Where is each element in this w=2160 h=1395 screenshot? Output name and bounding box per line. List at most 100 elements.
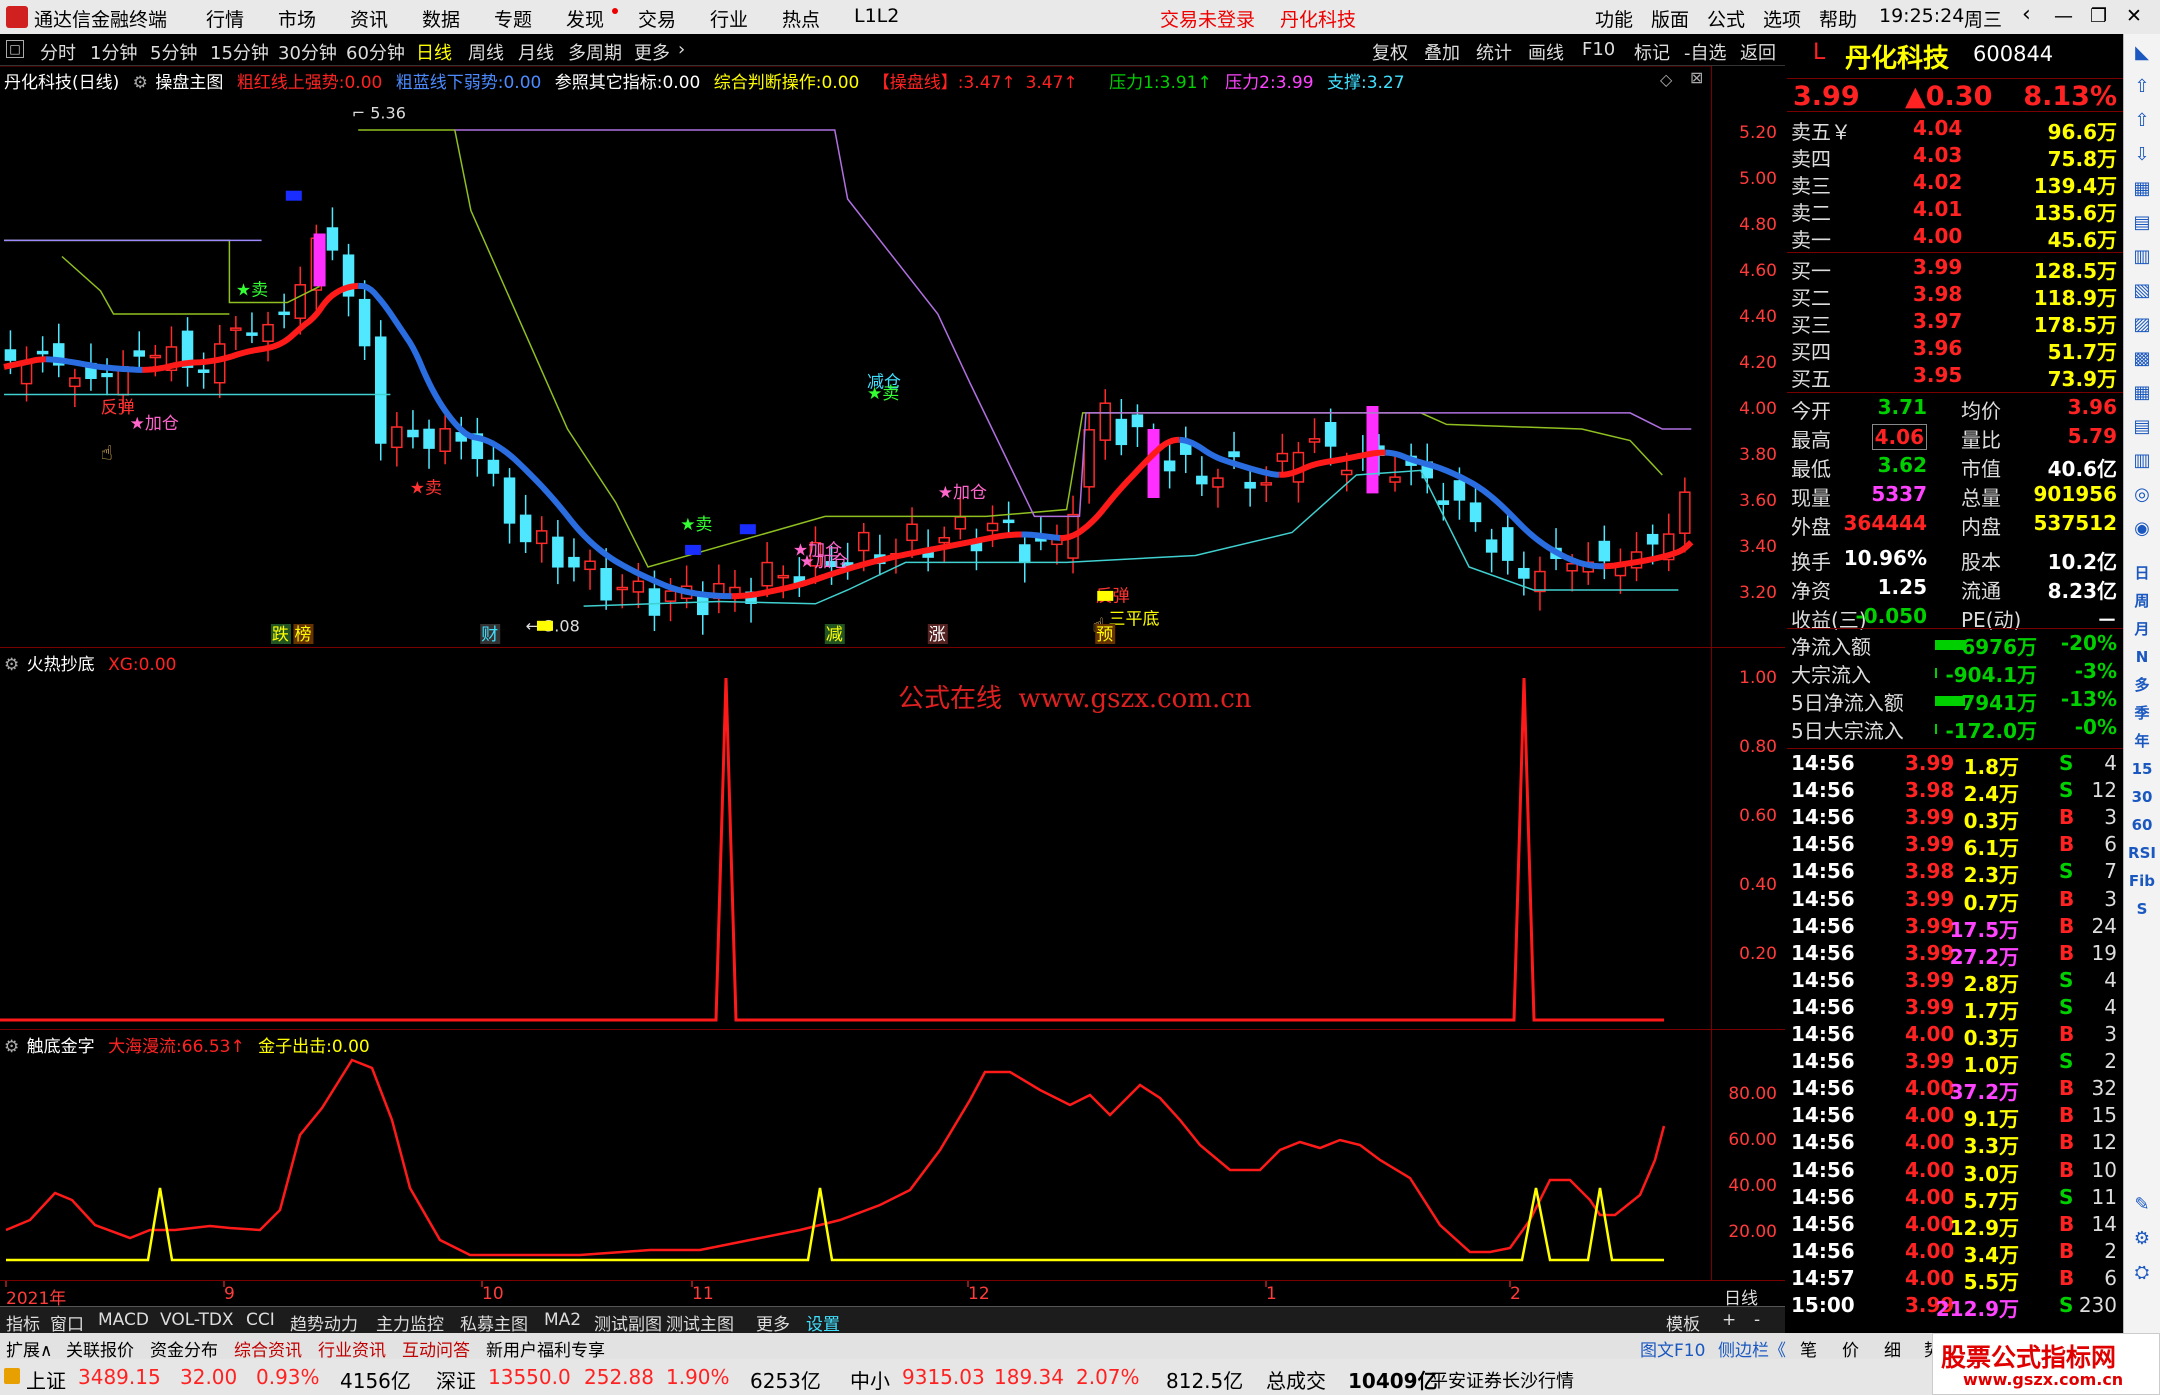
bottom-tab[interactable]: 资金分布 <box>150 1336 218 1361</box>
indicator-tab[interactable]: 测试主图 <box>666 1310 734 1335</box>
sidebar-period-2[interactable]: 月 <box>2126 616 2158 642</box>
indicator-tab[interactable]: CCI <box>246 1310 275 1330</box>
sh-label[interactable]: 上证 <box>26 1365 66 1394</box>
sidebar-period-9[interactable]: 60 <box>2126 812 2158 838</box>
sidebar-period-0[interactable]: 日 <box>2126 560 2158 586</box>
indicator-tab[interactable]: 测试副图 <box>594 1310 662 1335</box>
menu-hangqing[interactable]: 行情 <box>206 5 244 32</box>
tool-fanhui[interactable]: 返回 <box>1740 39 1776 65</box>
period-1min[interactable]: 1分钟 <box>90 39 137 65</box>
period-more[interactable]: 更多 <box>634 39 670 65</box>
menu-shichang[interactable]: 市场 <box>278 5 316 32</box>
chart-icon[interactable]: ▥ <box>2129 244 2155 270</box>
period-multi[interactable]: 多周期 <box>568 39 622 65</box>
grid-icon[interactable]: ▥ <box>2129 448 2155 474</box>
menu-redian[interactable]: 热点 <box>782 5 820 32</box>
tool-biaoji[interactable]: 标记 <box>1634 39 1670 65</box>
sidebar-period-6[interactable]: 年 <box>2126 728 2158 754</box>
up-arrow-icon[interactable]: ⇧ <box>2129 108 2155 134</box>
sidebar-period-5[interactable]: 季 <box>2126 700 2158 726</box>
period-daily[interactable]: 日线 <box>416 39 452 65</box>
indicator-tab[interactable]: 主力监控 <box>376 1310 444 1335</box>
bottom-right-tab[interactable]: 价 <box>1842 1336 1859 1361</box>
tool-tongji[interactable]: 统计 <box>1476 39 1512 65</box>
menu-gongshi[interactable]: 公式 <box>1707 5 1745 32</box>
period-30min[interactable]: 30分钟 <box>278 39 337 65</box>
sidebar-period-12[interactable]: S <box>2126 896 2158 922</box>
list-icon[interactable]: ▨ <box>2129 312 2155 338</box>
indicator-tab[interactable]: 窗口 <box>50 1310 84 1335</box>
indicator-tab[interactable]: VOL-TDX <box>160 1310 234 1330</box>
order-book-row[interactable]: 卖五￥ 4.04 96.6万 <box>1787 116 2123 144</box>
sidebar-period-4[interactable]: 多 <box>2126 672 2158 698</box>
tool-zixuan[interactable]: -自选 <box>1684 39 1727 65</box>
huore-chart[interactable] <box>0 648 1711 1030</box>
order-book-row[interactable]: 买二 3.98 118.9万 <box>1787 282 2123 310</box>
login-status[interactable]: 交易未登录 <box>1160 5 1255 32</box>
bottom-right-tab[interactable]: 笔 <box>1800 1336 1817 1361</box>
sidebar-period-10[interactable]: RSI <box>2126 840 2158 866</box>
bottom-tab[interactable]: 互动问答 <box>402 1336 470 1361</box>
pen-icon[interactable]: ✎ <box>2129 1194 2155 1220</box>
indicator-tab[interactable]: + <box>1722 1310 1736 1330</box>
menu-zixun[interactable]: 资讯 <box>350 5 388 32</box>
indicator-tab[interactable]: 设置 <box>806 1310 840 1335</box>
indicator-tab[interactable]: MACD <box>98 1310 149 1330</box>
menu-gongneng[interactable]: 功能 <box>1595 5 1633 32</box>
sidebar-period-8[interactable]: 30 <box>2126 784 2158 810</box>
sidebar-period-1[interactable]: 周 <box>2126 588 2158 614</box>
circle-icon[interactable]: ◎ <box>2129 482 2155 508</box>
order-book-row[interactable]: 卖一 4.00 45.6万 <box>1787 224 2123 252</box>
chart-icon[interactable]: ▦ <box>2129 176 2155 202</box>
restore-icon[interactable]: ❐ <box>2090 5 2107 27</box>
close-icon[interactable]: ✕ <box>2126 5 2142 27</box>
menu-zhuanti[interactable]: 专题 <box>494 5 532 32</box>
candlestick-chart[interactable]: ★卖★加仓反弹★卖★卖★加仓★加仓减仓★卖★加仓反弹三平底⌐ 5.36← 3.0… <box>0 66 1711 648</box>
sidebar-period-11[interactable]: Fib <box>2126 868 2158 894</box>
menu-hangye[interactable]: 行业 <box>710 5 748 32</box>
tool-diejia[interactable]: 叠加 <box>1424 39 1460 65</box>
indicator-tab[interactable]: - <box>1754 1310 1760 1330</box>
menu-faxian[interactable]: 发现 <box>566 5 604 32</box>
gear-icon[interactable]: ⛭ <box>2129 1262 2155 1288</box>
bottom-right-tab[interactable]: 细 <box>1884 1336 1901 1361</box>
order-book-row[interactable]: 买四 3.96 51.7万 <box>1787 336 2123 364</box>
candlestick-icon[interactable]: ▧ <box>2129 278 2155 304</box>
tool-fuquan[interactable]: 复权 <box>1372 39 1408 65</box>
tool-f10[interactable]: F10 <box>1582 39 1615 60</box>
order-book-row[interactable]: 买一 3.99 128.5万 <box>1787 255 2123 283</box>
bottom-tab[interactable]: 新用户福利专享 <box>486 1336 605 1361</box>
indicator-tab[interactable]: 私募主图 <box>460 1310 528 1335</box>
menu-xuanxiang[interactable]: 选项 <box>1763 5 1801 32</box>
tool-huaxian[interactable]: 画线 <box>1528 39 1564 65</box>
indicator-pane-chudi[interactable]: ⚙ 触底金字 大海漫流:66.53↑ 金子出击:0.00 80.00 60.00… <box>0 1030 1785 1280</box>
sidebar-period-3[interactable]: N <box>2126 644 2158 670</box>
menu-l1l2[interactable]: L1L2 <box>854 5 899 27</box>
period-fenshi[interactable]: 分时 <box>40 39 76 65</box>
bottom-tab[interactable]: 关联报价 <box>66 1336 134 1361</box>
sidebar-period-7[interactable]: 15 <box>2126 756 2158 782</box>
bottom-tab[interactable]: 扩展∧ <box>6 1336 52 1361</box>
grid-icon[interactable]: ▦ <box>2129 380 2155 406</box>
main-chart-pane[interactable]: 丹化科技(日线) ⚙ 操盘主图 粗红线上强势:0.00 粗蓝线下弱势:0.00 … <box>0 66 1785 648</box>
period-5min[interactable]: 5分钟 <box>150 39 197 65</box>
circle-icon[interactable]: ◉ <box>2129 516 2155 542</box>
panel-toggle-icon[interactable]: □ <box>6 40 24 58</box>
order-book-row[interactable]: 买三 3.97 178.5万 <box>1787 309 2123 337</box>
chevron-right-icon[interactable]: › <box>678 39 685 60</box>
menu-shuju[interactable]: 数据 <box>422 5 460 32</box>
minimize-icon[interactable]: ◣ <box>2129 40 2155 66</box>
indicator-tab[interactable]: 更多 <box>756 1310 790 1335</box>
chart-icon[interactable]: ▤ <box>2129 210 2155 236</box>
up-arrow-icon[interactable]: ⇧ <box>2129 74 2155 100</box>
down-arrow-icon[interactable]: ⇩ <box>2129 142 2155 168</box>
zx-label[interactable]: 中小 <box>850 1365 890 1394</box>
fund-icon[interactable]: ▩ <box>2129 346 2155 372</box>
back-icon[interactable]: ‹ <box>2022 2 2031 27</box>
order-book-row[interactable]: 卖三 4.02 139.4万 <box>1787 170 2123 198</box>
bottom-right-tab[interactable]: 侧边栏《 <box>1718 1336 1786 1361</box>
bottom-right-tab[interactable]: 图文F10 <box>1640 1336 1705 1361</box>
period-monthly[interactable]: 月线 <box>518 39 554 65</box>
order-book-row[interactable]: 买五 3.95 73.9万 <box>1787 363 2123 391</box>
menu-bangzhu[interactable]: 帮助 <box>1819 5 1857 32</box>
